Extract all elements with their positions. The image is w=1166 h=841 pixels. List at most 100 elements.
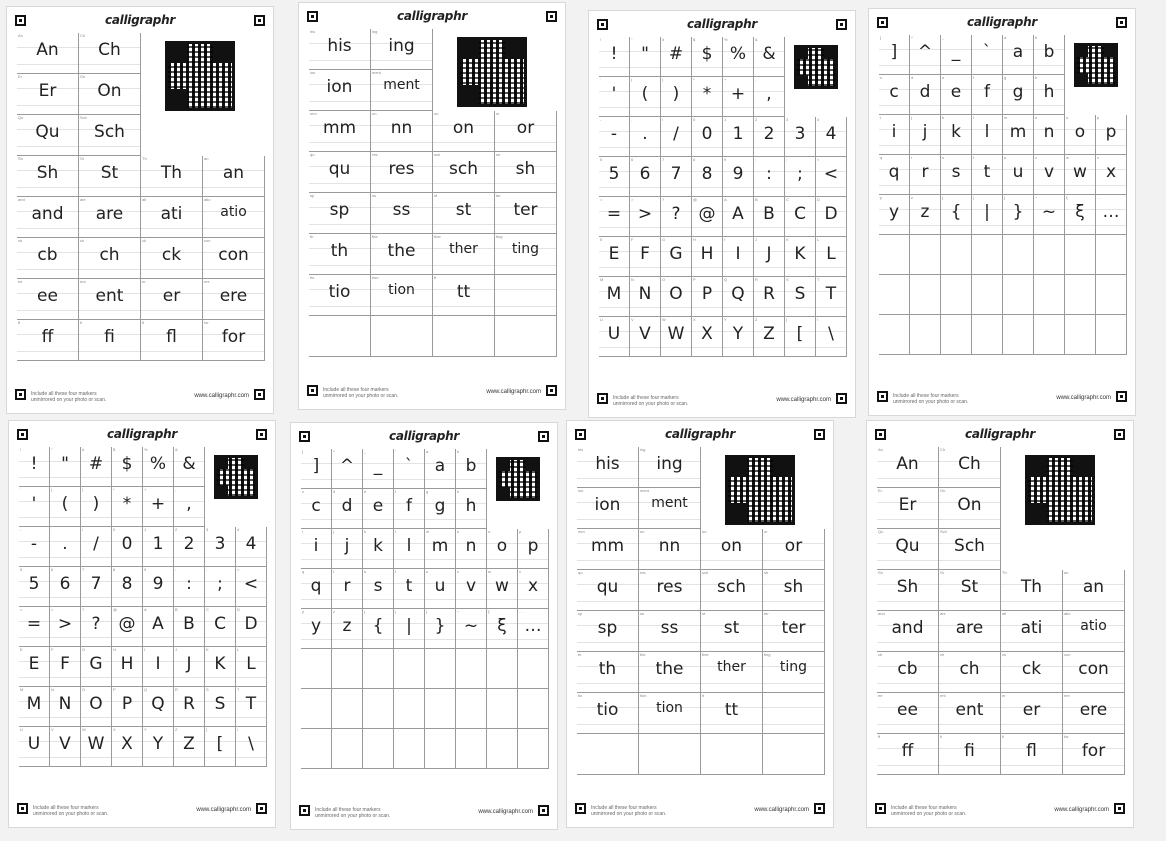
- glyph-cell[interactable]: Qu Qu: [877, 529, 939, 570]
- glyph-cell[interactable]: XX: [112, 727, 143, 767]
- glyph-cell[interactable]: nn nn: [371, 111, 433, 152]
- glyph-cell[interactable]: + +: [723, 77, 754, 117]
- glyph-cell[interactable]: ther ther: [701, 652, 763, 693]
- glyph-cell[interactable]: fl fl: [141, 320, 203, 361]
- glyph-cell[interactable]: ~ ~: [1034, 195, 1065, 235]
- glyph-cell[interactable]: pp: [1096, 115, 1127, 155]
- glyph-cell[interactable]: ..: [630, 117, 661, 157]
- glyph-cell[interactable]: ` `: [394, 449, 425, 489]
- glyph-cell[interactable]: kk: [941, 115, 972, 155]
- glyph-cell[interactable]: ::: [174, 567, 205, 607]
- glyph-cell[interactable]: ss: [363, 569, 394, 609]
- glyph-cell[interactable]: res res: [639, 570, 701, 611]
- glyph-cell[interactable]: ??: [81, 607, 112, 647]
- glyph-cell[interactable]: QQ: [723, 277, 754, 317]
- glyph-cell[interactable]: gg: [425, 489, 456, 529]
- empty-cell[interactable]: [941, 315, 972, 355]
- glyph-cell[interactable]: HH: [112, 647, 143, 687]
- glyph-cell[interactable]: = =: [19, 607, 50, 647]
- glyph-cell[interactable]: CC: [785, 197, 816, 237]
- glyph-cell[interactable]: sch sch: [433, 152, 495, 193]
- glyph-cell[interactable]: Sh Sh: [17, 156, 79, 197]
- glyph-cell[interactable]: UU: [19, 727, 50, 767]
- glyph-cell[interactable]: atio atio: [203, 197, 265, 238]
- glyph-cell[interactable]: qq: [879, 155, 910, 195]
- empty-cell[interactable]: [487, 729, 518, 769]
- glyph-cell[interactable]: an an: [1063, 570, 1125, 611]
- glyph-cell[interactable]: sp sp: [577, 611, 639, 652]
- glyph-cell[interactable]: \ \: [816, 317, 847, 357]
- glyph-cell[interactable]: JJ: [754, 237, 785, 277]
- glyph-cell[interactable]: WW: [81, 727, 112, 767]
- empty-cell[interactable]: [487, 649, 518, 689]
- glyph-cell[interactable]: ee: [363, 489, 394, 529]
- glyph-cell[interactable]: ent ent: [939, 693, 1001, 734]
- empty-cell[interactable]: [763, 734, 825, 775]
- glyph-cell[interactable]: DD: [816, 197, 847, 237]
- glyph-cell[interactable]: ξξ: [1065, 195, 1096, 235]
- empty-cell[interactable]: [879, 275, 910, 315]
- glyph-cell[interactable]: ::: [754, 157, 785, 197]
- empty-cell[interactable]: [425, 729, 456, 769]
- glyph-cell[interactable]: xx: [1096, 155, 1127, 195]
- glyph-cell[interactable]: pp: [518, 529, 549, 569]
- glyph-cell[interactable]: oo: [1065, 115, 1096, 155]
- empty-cell[interactable]: [910, 315, 941, 355]
- glyph-cell[interactable]: CC: [205, 607, 236, 647]
- glyph-cell[interactable]: # #: [81, 447, 112, 487]
- empty-cell[interactable]: [1096, 235, 1127, 275]
- empty-cell[interactable]: [363, 729, 394, 769]
- glyph-cell[interactable]: YY: [723, 317, 754, 357]
- glyph-cell[interactable]: dd: [332, 489, 363, 529]
- glyph-cell[interactable]: vv: [1034, 155, 1065, 195]
- glyph-cell[interactable]: 77: [81, 567, 112, 607]
- glyph-cell[interactable]: aa: [1003, 35, 1034, 75]
- empty-cell[interactable]: [701, 734, 763, 775]
- glyph-cell[interactable]: ati ati: [141, 197, 203, 238]
- glyph-cell[interactable]: ((: [50, 487, 81, 527]
- glyph-cell[interactable]: ' ': [599, 77, 630, 117]
- glyph-cell[interactable]: OO: [81, 687, 112, 727]
- empty-cell[interactable]: [301, 649, 332, 689]
- glyph-cell[interactable]: ,,: [174, 487, 205, 527]
- glyph-cell[interactable]: * *: [692, 77, 723, 117]
- empty-cell[interactable]: [941, 275, 972, 315]
- glyph-cell[interactable]: th th: [577, 652, 639, 693]
- glyph-cell[interactable]: --: [599, 117, 630, 157]
- glyph-cell[interactable]: {{: [363, 609, 394, 649]
- glyph-cell[interactable]: )): [81, 487, 112, 527]
- glyph-cell[interactable]: ter ter: [763, 611, 825, 652]
- glyph-cell[interactable]: Er Er: [877, 488, 939, 529]
- glyph-cell[interactable]: ere ere: [1063, 693, 1125, 734]
- empty-cell[interactable]: [394, 729, 425, 769]
- empty-cell[interactable]: [1034, 275, 1065, 315]
- glyph-cell[interactable]: ee ee: [17, 279, 79, 320]
- glyph-cell[interactable]: \ \: [236, 727, 267, 767]
- glyph-cell[interactable]: kk: [363, 529, 394, 569]
- glyph-cell[interactable]: @ @: [112, 607, 143, 647]
- glyph-cell[interactable]: er er: [1001, 693, 1063, 734]
- glyph-cell[interactable]: cc: [879, 75, 910, 115]
- empty-cell[interactable]: [1065, 275, 1096, 315]
- glyph-cell[interactable]: BB: [754, 197, 785, 237]
- empty-cell[interactable]: [972, 315, 1003, 355]
- glyph-cell[interactable]: bb: [1034, 35, 1065, 75]
- glyph-cell[interactable]: MM: [19, 687, 50, 727]
- glyph-cell[interactable]: & &: [754, 37, 785, 77]
- glyph-cell[interactable]: UU: [599, 317, 630, 357]
- glyph-cell[interactable]: ww: [1065, 155, 1096, 195]
- glyph-cell[interactable]: > >: [50, 607, 81, 647]
- empty-cell[interactable]: [301, 729, 332, 769]
- glyph-cell[interactable]: Sch Sch: [79, 115, 141, 156]
- glyph-cell[interactable]: ^ ^: [910, 35, 941, 75]
- glyph-cell[interactable]: mm: [425, 529, 456, 569]
- glyph-cell[interactable]: Sch Sch: [939, 529, 1001, 570]
- empty-cell[interactable]: [577, 734, 639, 775]
- glyph-cell[interactable]: Er Er: [17, 74, 79, 115]
- glyph-cell[interactable]: ` `: [972, 35, 1003, 75]
- glyph-cell[interactable]: uu: [1003, 155, 1034, 195]
- glyph-cell[interactable]: ting ting: [495, 234, 557, 275]
- glyph-cell[interactable]: ' ': [19, 487, 50, 527]
- glyph-cell[interactable]: hh: [1034, 75, 1065, 115]
- glyph-cell[interactable]: 00: [112, 527, 143, 567]
